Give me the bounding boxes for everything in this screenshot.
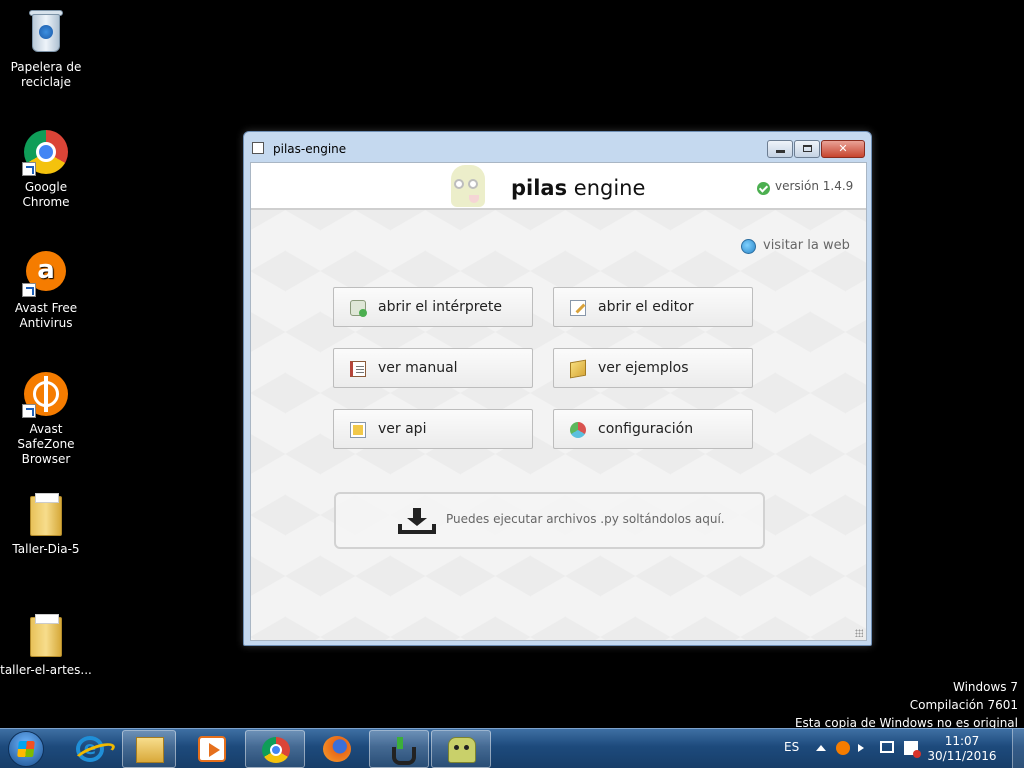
file-drop-zone[interactable]: Puedes ejecutar archivos .py soltándolos… (334, 492, 765, 549)
desktop-icon-label: Browser (21, 452, 71, 466)
window-title: pilas-engine (273, 142, 347, 156)
globe-icon (741, 239, 756, 254)
check-icon (757, 182, 770, 195)
show-desktop-button[interactable] (1012, 729, 1024, 768)
settings-icon (570, 422, 586, 438)
minimize-icon (776, 150, 785, 153)
windows-watermark: Windows 7 Compilación 7601 Esta copia de… (795, 678, 1018, 732)
network-icon[interactable] (880, 741, 894, 753)
chrome-icon (22, 128, 70, 176)
show-hidden-icons-chevron-icon[interactable] (816, 745, 826, 751)
desktop-icon-avast-free-antivirus[interactable]: a Avast Free Antivirus (0, 249, 92, 331)
internet-explorer-icon: e (76, 736, 104, 762)
folder-icon (22, 490, 70, 538)
close-icon: ✕ (838, 142, 848, 155)
desktop-icon-label: reciclaje (21, 75, 71, 89)
recycle-bin-icon (22, 8, 70, 56)
firefox-icon (323, 736, 351, 762)
desktop-icon-label: Avast SafeZone (17, 422, 75, 451)
header: pilas engine versión 1.4.9 (251, 163, 866, 210)
desktop-icon-label: Google Chrome (22, 180, 70, 209)
clock[interactable]: 11:07 30/11/2016 (922, 734, 1002, 764)
minimize-button[interactable] (767, 140, 793, 158)
desktop-icon-avast-safezone-browser[interactable]: Avast SafeZone Browser (0, 370, 92, 467)
maximize-icon (803, 145, 812, 152)
git-icon (386, 737, 416, 765)
avast-icon: a (22, 249, 70, 297)
safezone-icon (22, 370, 70, 418)
taskbar-firefox[interactable] (307, 730, 367, 768)
avast-tray-icon[interactable] (836, 741, 850, 755)
api-icon (350, 422, 366, 438)
view-examples-button[interactable]: ver ejemplos (553, 348, 753, 388)
pilas-engine-icon (448, 737, 476, 763)
start-button[interactable] (4, 731, 46, 767)
taskbar-chrome[interactable] (245, 730, 305, 768)
window-content: pilas engine versión 1.4.9 visitar la we… (250, 162, 867, 641)
open-editor-button[interactable]: abrir el editor (553, 287, 753, 327)
desktop-icon-label: Papelera de (10, 60, 82, 74)
button-label: ver ejemplos (598, 360, 689, 376)
view-manual-button[interactable]: ver manual (333, 348, 533, 388)
taskbar: e ES 11:07 30/11/2016 (0, 728, 1024, 768)
desktop-icon-taller-dia-5[interactable]: Taller-Dia-5 (0, 490, 92, 557)
taskbar-pilas-engine[interactable] (431, 730, 491, 768)
desktop-icon-label: Avast Free (14, 301, 78, 315)
watermark-line: Compilación 7601 (909, 698, 1018, 712)
chrome-icon (262, 737, 290, 763)
resize-grip[interactable] (855, 629, 863, 637)
windows-explorer-icon (136, 737, 164, 763)
desktop-icon-taller-el-artesano[interactable]: taller-el-artes... (0, 611, 92, 678)
folder-icon (22, 611, 70, 659)
taskbar-internet-explorer[interactable]: e (60, 730, 120, 768)
download-icon (398, 508, 436, 534)
open-interpreter-button[interactable]: abrir el intérprete (333, 287, 533, 327)
settings-button[interactable]: configuración (553, 409, 753, 449)
shortcut-arrow-icon (22, 162, 36, 176)
desktop-icon-google-chrome[interactable]: Google Chrome (0, 128, 92, 210)
clock-date: 30/11/2016 (927, 749, 997, 763)
pilas-mascot-logo (439, 163, 499, 209)
window-app-icon (252, 142, 264, 154)
watermark-line: Windows 7 (952, 680, 1018, 694)
interpreter-icon (350, 300, 367, 317)
brand-bold: pilas (511, 176, 568, 200)
button-label: ver api (378, 421, 427, 437)
action-center-icon[interactable] (904, 741, 921, 758)
view-api-button[interactable]: ver api (333, 409, 533, 449)
desktop-icon-recycle-bin[interactable]: Papelera de reciclaje (0, 8, 92, 90)
taskbar-git[interactable] (369, 730, 429, 768)
visit-web-label: visitar la web (763, 238, 850, 253)
clock-time: 11:07 (944, 734, 980, 748)
taskbar-media-player[interactable] (182, 730, 242, 768)
taskbar-windows-explorer[interactable] (122, 730, 176, 768)
manual-icon (350, 361, 366, 377)
maximize-button[interactable] (794, 140, 820, 158)
title-bar[interactable]: pilas-engine ✕ (244, 132, 871, 160)
version-label: versión 1.4.9 (775, 179, 854, 193)
pilas-engine-window[interactable]: pilas-engine ✕ pilas engine versión 1.4.… (243, 131, 872, 646)
button-label: abrir el intérprete (378, 299, 502, 315)
editor-icon (570, 300, 586, 316)
shortcut-arrow-icon (22, 404, 36, 418)
media-player-icon (198, 736, 226, 762)
desktop-icon-label: Taller-Dia-5 (12, 542, 80, 556)
windows-logo-icon (17, 741, 35, 757)
close-button[interactable]: ✕ (821, 140, 865, 158)
desktop-icon-label: Antivirus (19, 316, 73, 330)
desktop-icon-label: taller-el-artes... (0, 663, 92, 677)
button-label: ver manual (378, 360, 458, 376)
button-label: abrir el editor (598, 299, 694, 315)
button-label: configuración (598, 421, 694, 437)
drop-zone-text: Puedes ejecutar archivos .py soltándolos… (446, 512, 725, 526)
brand-regular: engine (567, 176, 646, 200)
language-indicator[interactable]: ES (784, 740, 799, 754)
examples-icon (570, 359, 586, 379)
system-tray: ES 11:07 30/11/2016 (772, 729, 1024, 768)
volume-icon[interactable] (858, 744, 864, 752)
shortcut-arrow-icon (22, 283, 36, 297)
brand-title: pilas engine (511, 176, 645, 200)
